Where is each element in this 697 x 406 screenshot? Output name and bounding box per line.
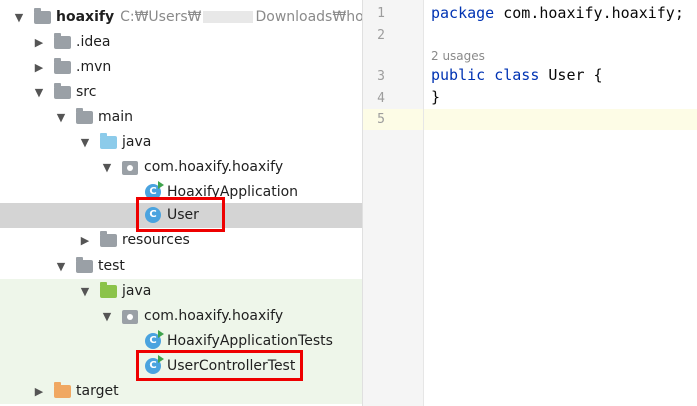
chevron-down-icon[interactable]: ▼ [32,80,46,105]
module-folder-icon [34,8,51,24]
tree-row-test[interactable]: ▼ test [0,254,362,279]
chevron-down-icon[interactable]: ▼ [54,254,68,279]
chevron-down-icon[interactable]: ▼ [54,105,68,130]
tree-label: main [98,109,133,125]
source-folder-icon [100,133,117,149]
chevron-down-icon[interactable]: ▼ [12,5,26,30]
chevron-right-icon[interactable]: ▶ [32,55,46,80]
tree-row-mvn[interactable]: ▶ .mvn [0,55,362,80]
tree-label: java [122,134,152,150]
folder-icon [54,58,71,74]
tree-row-root[interactable]: ▼ hoaxifyC:₩Users₩Downloads₩hoaxify [0,5,362,30]
line-number: 1 [377,6,385,21]
code-line-1: package com.hoaxify.hoaxify; [431,4,684,22]
keyword-package: package [431,4,495,22]
chevron-down-icon[interactable]: ▼ [100,155,114,180]
test-folder-icon [100,282,117,298]
tree-label: java [122,283,152,299]
tree-row-main-package[interactable]: ▼ com.hoaxify.hoaxify [0,155,362,180]
tree-row-idea[interactable]: ▶ .idea [0,30,362,55]
folder-icon [54,33,71,49]
highlight-box-user-controller-test [136,350,303,381]
chevron-right-icon[interactable]: ▶ [32,30,46,55]
resources-folder-icon [100,231,117,247]
class-run-icon: C [145,330,164,349]
tree-label: com.hoaxify.hoaxify [144,308,284,324]
tree-label: .idea [76,34,111,50]
tree-label: com.hoaxify.hoaxify [144,159,284,175]
current-line-highlight [424,109,697,130]
redacted-username [203,11,254,23]
package-icon [122,159,138,175]
line-number: 5 [377,112,385,127]
tree-row-main[interactable]: ▼ main [0,105,362,130]
chevron-right-icon[interactable]: ▶ [78,228,92,253]
tree-label: src [76,84,97,100]
project-tree: ▼ hoaxifyC:₩Users₩Downloads₩hoaxify ▶ .i… [0,0,362,406]
tree-row-main-java[interactable]: ▼ java [0,130,362,155]
package-name: com.hoaxify.hoaxify; [494,4,684,22]
class-declaration: User { [539,66,603,84]
keyword-public: public [431,66,486,84]
excluded-folder-icon [54,382,71,398]
tree-label: test [98,258,125,274]
keyword-class: class [494,66,540,84]
usages-hint[interactable]: 2 usages [431,49,485,63]
folder-icon [76,257,93,273]
project-name: hoaxifyC:₩Users₩Downloads₩hoaxify [56,9,362,25]
tree-row-src[interactable]: ▼ src [0,80,362,105]
package-icon [122,308,138,324]
line-number: 3 [377,69,385,84]
chevron-down-icon[interactable]: ▼ [78,279,92,304]
line-number: 2 [377,28,385,43]
tree-label: .mvn [76,59,112,75]
tree-row-test-java[interactable]: ▼ java [0,279,362,304]
chevron-down-icon[interactable]: ▼ [100,304,114,329]
tree-row-target[interactable]: ▶ target [0,379,362,404]
tree-label: target [76,383,119,399]
folder-icon [54,83,71,99]
chevron-right-icon[interactable]: ▶ [32,379,46,404]
code-editor[interactable]: package com.hoaxify.hoaxify; 2 usages pu… [424,0,697,406]
line-number-gutter: 1 2 3 4 5 [363,0,424,406]
chevron-down-icon[interactable]: ▼ [78,130,92,155]
folder-icon [76,108,93,124]
highlight-box-user [136,197,225,232]
line-number: 4 [377,91,385,106]
code-line-3: public class User { [431,66,603,84]
tree-row-test-package[interactable]: ▼ com.hoaxify.hoaxify [0,304,362,329]
code-line-4: } [431,88,441,106]
